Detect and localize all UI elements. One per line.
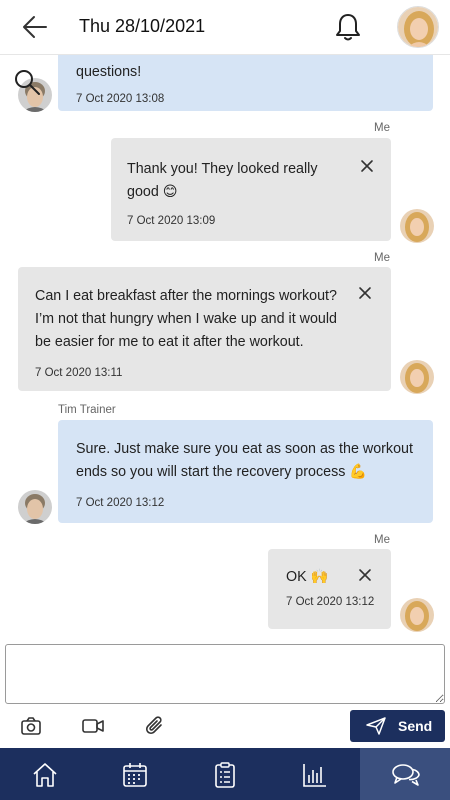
nav-home[interactable] — [0, 748, 90, 800]
sender-label: Tim Trainer — [58, 404, 116, 416]
paperclip-icon[interactable] — [143, 714, 167, 738]
message-bubble-me: Thank you! They looked really good 😊 7 O… — [111, 138, 391, 241]
my-avatar — [400, 209, 434, 243]
message-time: 7 Oct 2020 13:12 — [286, 596, 375, 608]
trainer-avatar — [18, 490, 52, 524]
message-input[interactable] — [5, 644, 445, 704]
bell-icon — [336, 14, 360, 41]
message-time: 7 Oct 2020 13:11 — [35, 367, 123, 379]
notifications-button[interactable] — [333, 11, 363, 43]
send-label: Send — [398, 718, 433, 734]
chat-icon — [392, 764, 420, 786]
nav-calendar[interactable] — [90, 748, 180, 800]
calendar-icon — [123, 763, 147, 787]
message-list[interactable]: questions! 7 Oct 2020 13:08 Me Thank you… — [0, 55, 450, 638]
message-text: Can I eat breakfast after the mornings w… — [35, 288, 338, 350]
avatar-woman-image — [400, 360, 434, 394]
nav-tasks[interactable] — [180, 748, 270, 800]
home-icon — [33, 763, 57, 787]
send-button[interactable]: Send — [350, 710, 445, 742]
avatar-woman-image — [400, 209, 434, 243]
message-time: 7 Oct 2020 13:09 — [127, 215, 216, 227]
close-icon[interactable] — [357, 285, 373, 301]
message-bubble-me: Can I eat breakfast after the mornings w… — [18, 267, 391, 391]
avatar-woman-image — [400, 598, 434, 632]
clipboard-icon — [215, 762, 235, 788]
message-bubble-me: OK 🙌 7 Oct 2020 13:12 — [268, 549, 391, 629]
search-icon[interactable] — [12, 67, 42, 97]
avatar-woman-image — [398, 7, 438, 47]
message-time: 7 Oct 2020 13:08 — [76, 93, 165, 105]
camera-icon[interactable] — [19, 714, 43, 738]
sender-label: Me — [374, 534, 390, 546]
message-text: Thank you! They looked really good 😊 — [127, 161, 318, 200]
close-icon[interactable] — [357, 567, 373, 583]
sender-label: Me — [374, 122, 390, 134]
message-time: 7 Oct 2020 13:12 — [76, 497, 165, 509]
message-text: Sure. Just make sure you eat as soon as … — [76, 441, 413, 480]
message-bubble-trainer: questions! 7 Oct 2020 13:08 — [58, 55, 433, 111]
sender-label: Me — [374, 252, 390, 264]
close-icon[interactable] — [359, 158, 375, 174]
user-avatar[interactable] — [397, 6, 439, 48]
bottom-nav — [0, 748, 450, 800]
header: Thu 28/10/2021 — [0, 0, 450, 55]
video-icon[interactable] — [81, 714, 105, 738]
chat-screen: Thu 28/10/2021 questions! 7 Oct 2020 13:… — [0, 0, 450, 800]
nav-stats[interactable] — [270, 748, 360, 800]
nav-chat[interactable] — [360, 748, 450, 800]
arrow-left-icon — [23, 16, 47, 38]
page-title: Thu 28/10/2021 — [79, 16, 206, 36]
my-avatar — [400, 598, 434, 632]
message-text: questions! — [76, 64, 142, 80]
avatar-man-image — [18, 490, 52, 524]
send-icon — [366, 717, 386, 735]
chart-icon — [303, 764, 326, 787]
my-avatar — [400, 360, 434, 394]
message-bubble-trainer: Sure. Just make sure you eat as soon as … — [58, 420, 433, 523]
back-button[interactable] — [20, 12, 50, 42]
